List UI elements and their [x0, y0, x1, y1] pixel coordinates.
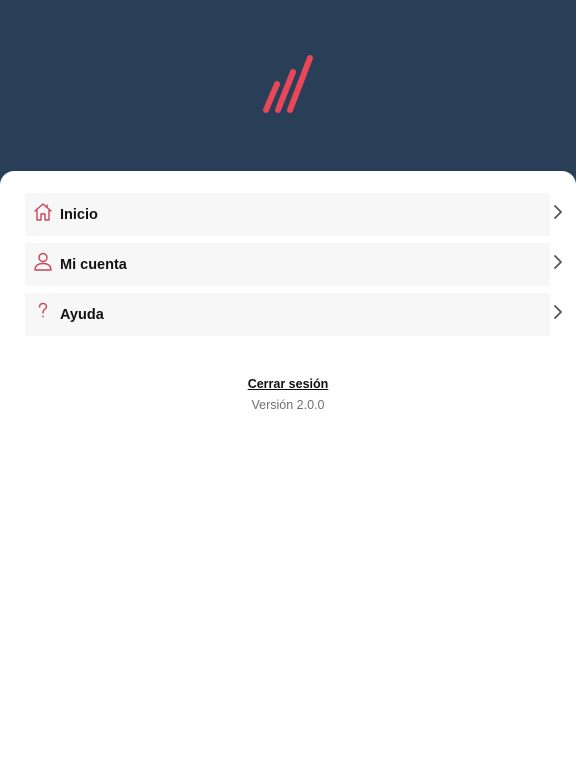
app-screen: Inicio Mi cuenta Ayuda Cerrar sesión Ver…	[0, 0, 576, 768]
chevron-right-icon	[554, 305, 562, 319]
header-bar	[0, 0, 576, 190]
chevron-right-icon	[554, 205, 562, 219]
menu-sheet: Inicio Mi cuenta Ayuda Cerrar sesión Ver…	[0, 171, 576, 768]
menu-item-label: Ayuda	[60, 307, 104, 323]
menu-item-mi-cuenta[interactable]: Mi cuenta	[25, 243, 562, 286]
menu-item-label: Mi cuenta	[60, 257, 127, 273]
user-icon	[34, 252, 52, 271]
menu-list: Inicio Mi cuenta Ayuda	[25, 193, 562, 343]
chevron-right-icon	[554, 255, 562, 269]
menu-item-ayuda[interactable]: Ayuda	[25, 293, 562, 336]
home-icon	[34, 203, 52, 221]
menu-item-label: Inicio	[60, 207, 98, 223]
menu-item-inicio[interactable]: Inicio	[25, 193, 562, 236]
brand-logo	[263, 55, 313, 113]
logout-link[interactable]: Cerrar sesión	[0, 376, 576, 392]
version-label: Versión 2.0.0	[251, 398, 325, 412]
help-icon	[38, 302, 48, 318]
